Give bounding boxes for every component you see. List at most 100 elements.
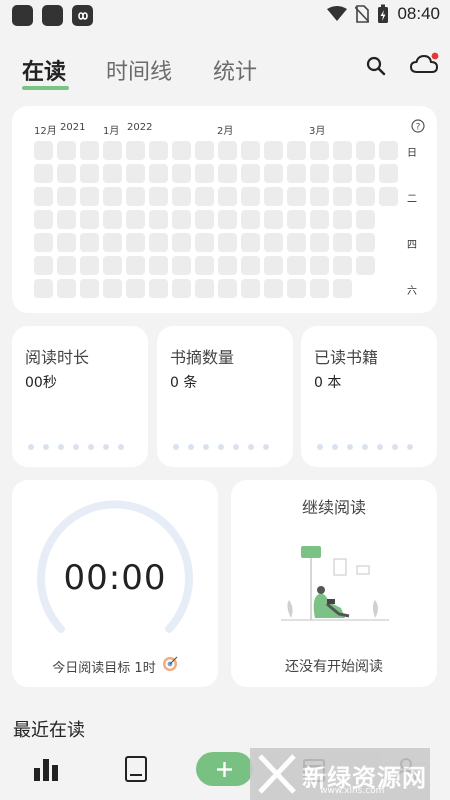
svg-text:?: ? <box>416 123 421 133</box>
heatmap-cell <box>195 187 214 206</box>
heatmap-cell <box>333 256 352 275</box>
heatmap-cell <box>287 164 306 183</box>
app-icon <box>42 5 63 26</box>
heatmap-cell <box>149 256 168 275</box>
stat-value: 00秒 <box>25 375 57 391</box>
heatmap-year-label: 2021 <box>60 122 86 133</box>
heatmap-cell <box>126 233 145 252</box>
heatmap-cell <box>57 233 76 252</box>
heatmap-cell <box>356 164 375 183</box>
battery-charging-icon <box>378 4 389 23</box>
heatmap-cell <box>264 279 283 298</box>
heatmap-cell <box>218 210 237 229</box>
no-sim-icon <box>355 5 370 23</box>
heatmap-cell <box>103 210 122 229</box>
reading-heatmap-card: 12月 2021 1月 2022 2月 3月 ? 日 二 四 六 <box>12 106 437 313</box>
infinity-icon <box>72 5 93 26</box>
heatmap-cell <box>172 164 191 183</box>
tab-statistics[interactable]: 统计 <box>213 54 257 86</box>
heatmap-cell <box>241 187 260 206</box>
continue-reading-card[interactable]: 继续阅读 还没有开始阅读 <box>231 480 437 687</box>
heatmap-year-label: 2022 <box>127 122 153 133</box>
tab-reading[interactable]: 在读 <box>22 54 66 86</box>
excerpt-count-card[interactable]: 书摘数量 0 条 <box>157 326 293 467</box>
stats-icon[interactable] <box>33 756 59 786</box>
heatmap-cell <box>57 210 76 229</box>
status-time: 08:40 <box>397 4 440 23</box>
heatmap-cell <box>218 256 237 275</box>
heatmap-day-label: 日 <box>407 148 417 159</box>
heatmap-cell <box>264 141 283 160</box>
continue-reading-title: 继续阅读 <box>301 498 366 517</box>
watermark-logo-icon <box>258 754 296 794</box>
heatmap-cell <box>310 164 329 183</box>
heatmap-cell <box>103 256 122 275</box>
heatmap-cell <box>379 187 398 206</box>
heatmap-cell <box>80 256 99 275</box>
active-tab-indicator <box>22 86 69 90</box>
heatmap-cell <box>34 187 53 206</box>
continue-reading-empty: 还没有开始阅读 <box>285 659 383 675</box>
heatmap-cell <box>195 210 214 229</box>
heatmap-cell <box>34 279 53 298</box>
add-icon <box>217 762 232 777</box>
watermark: 新绿资源网 www.xlhs.com <box>250 748 430 800</box>
books-read-card[interactable]: 已读书籍 0 本 <box>301 326 437 467</box>
heatmap-cell <box>172 187 191 206</box>
daily-goal[interactable]: 今日阅读目标 1时 <box>12 656 218 676</box>
heatmap-cell <box>356 141 375 160</box>
heatmap-cell <box>126 256 145 275</box>
add-book-button[interactable] <box>196 752 253 786</box>
heatmap-cell <box>310 187 329 206</box>
heatmap-cell <box>80 233 99 252</box>
heatmap-cell <box>333 210 352 229</box>
heatmap-cell <box>356 256 375 275</box>
reading-duration-card[interactable]: 阅读时长 00秒 <box>12 326 148 467</box>
stat-dots <box>317 444 413 450</box>
heatmap-cell <box>126 164 145 183</box>
heatmap-cell <box>356 187 375 206</box>
heatmap-cell <box>34 233 53 252</box>
status-bar: 08:40 <box>0 0 450 32</box>
stat-dots <box>173 444 269 450</box>
heatmap-cell <box>195 164 214 183</box>
heatmap-cell <box>310 256 329 275</box>
heatmap-cell <box>310 210 329 229</box>
heatmap-cell <box>287 279 306 298</box>
reading-timer-card[interactable]: 00:00 今日阅读目标 1时 <box>12 480 218 687</box>
heatmap-cell <box>218 279 237 298</box>
heatmap-cell <box>103 233 122 252</box>
heatmap-cell <box>80 164 99 183</box>
heatmap-cell <box>379 164 398 183</box>
search-icon[interactable] <box>366 56 386 80</box>
heatmap-cell <box>34 164 53 183</box>
heatmap-day-label: 四 <box>407 240 417 251</box>
timer-display: 00:00 <box>63 558 167 598</box>
heatmap-cell <box>310 233 329 252</box>
heatmap-cell <box>218 187 237 206</box>
question-icon[interactable]: ? <box>411 118 425 137</box>
heatmap-cell <box>241 210 260 229</box>
goal-label: 今日阅读目标 1时 <box>52 660 156 676</box>
heatmap-cell <box>356 210 375 229</box>
tab-timeline[interactable]: 时间线 <box>106 54 172 86</box>
heatmap-cell <box>126 187 145 206</box>
cloud-icon[interactable] <box>409 52 440 80</box>
heatmap-cell <box>57 187 76 206</box>
heatmap-month-label: 2月 <box>217 126 234 137</box>
heatmap-cell <box>264 187 283 206</box>
heatmap-cell <box>57 164 76 183</box>
heatmap-cell <box>310 141 329 160</box>
stat-value: 0 本 <box>314 375 342 391</box>
heatmap-cell <box>126 210 145 229</box>
heatmap-cell <box>333 279 352 298</box>
book-icon[interactable] <box>124 756 148 786</box>
heatmap-cell <box>333 141 352 160</box>
heatmap-cell <box>103 279 122 298</box>
target-icon <box>162 656 178 676</box>
heatmap-cell <box>80 279 99 298</box>
heatmap-cell <box>264 256 283 275</box>
heatmap-cell <box>241 279 260 298</box>
heatmap-cell <box>149 187 168 206</box>
heatmap-cell <box>126 141 145 160</box>
